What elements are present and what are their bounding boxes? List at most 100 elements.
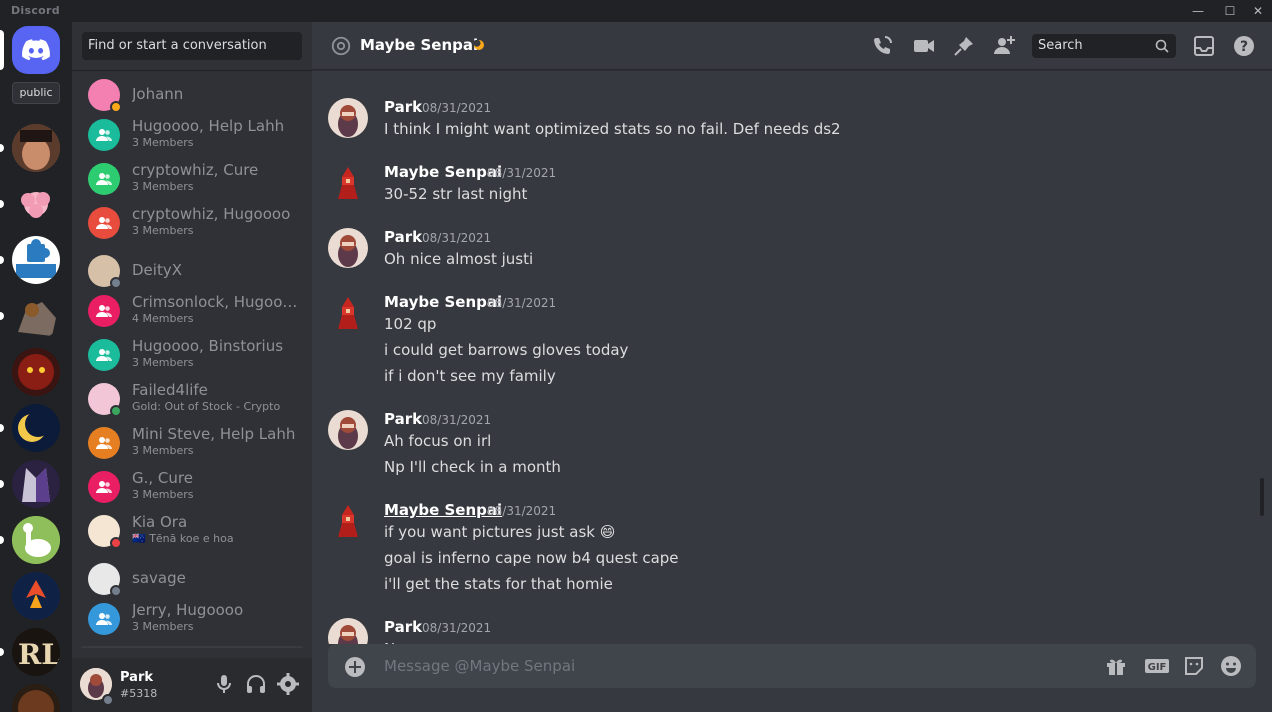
message-author[interactable]: Park	[384, 228, 422, 246]
dm-item[interactable]: cryptowhiz, Hugoooo 3 Members	[80, 202, 304, 244]
server-alex[interactable]	[12, 684, 60, 712]
dm-item[interactable]: cryptowhiz, Cure 3 Members	[80, 158, 304, 200]
dm-item[interactable]: Maybe Senpai	[80, 646, 304, 648]
sticker-button[interactable]	[1182, 654, 1206, 678]
chat-header: Maybe Senpai Search ?	[312, 22, 1272, 70]
message-search-input[interactable]: Search	[1032, 34, 1176, 58]
dm-subtitle: 3 Members	[132, 620, 194, 633]
dm-name: Mini Steve, Help Lahh	[132, 425, 296, 443]
svg-text:GIF: GIF	[1148, 662, 1167, 673]
unread-pill	[0, 144, 4, 152]
start-voice-call-button[interactable]	[870, 34, 894, 58]
message-text: Np I'll check in a month	[384, 458, 561, 476]
group-dm-avatar	[88, 339, 120, 371]
message-text: if i don't see my family	[384, 367, 556, 385]
message-text: 102 qp	[384, 315, 437, 333]
server-rl[interactable]: RL	[12, 628, 60, 676]
inbox-button[interactable]	[1192, 34, 1216, 58]
message-author[interactable]: Park	[384, 618, 422, 636]
unread-pill	[0, 648, 4, 656]
start-video-call-button[interactable]	[912, 34, 936, 58]
microphone-icon	[217, 675, 231, 693]
dm-name: savage	[132, 569, 186, 587]
dm-name: Hugoooo, Help Lahh	[132, 117, 285, 135]
server-avatar-portrait[interactable]	[12, 124, 60, 172]
title-bar: Discord — ☐ ✕	[0, 0, 1272, 22]
message-avatar[interactable]	[328, 410, 368, 450]
server-autism-speaks[interactable]	[12, 236, 60, 284]
dm-subtitle: Gold: Out of Stock - Crypto	[132, 400, 281, 413]
group-icon	[96, 481, 112, 493]
minimize-button[interactable]: —	[1190, 3, 1206, 19]
dm-subtitle: 3 Members	[132, 444, 194, 457]
dm-name: G., Cure	[132, 469, 193, 487]
deafen-button[interactable]	[244, 672, 268, 696]
group-icon	[96, 217, 112, 229]
dm-item[interactable]: Hugoooo, Help Lahh 3 Members	[80, 114, 304, 156]
message-avatar[interactable]	[328, 163, 368, 203]
message-author[interactable]: Park	[384, 98, 422, 116]
park-avatar-image	[328, 228, 368, 268]
message-avatar[interactable]	[328, 618, 368, 644]
dm-item[interactable]: Johann	[80, 74, 304, 116]
user-settings-button[interactable]	[276, 672, 300, 696]
help-button[interactable]: ?	[1232, 34, 1256, 58]
message-author[interactable]: Maybe Senpai	[384, 501, 502, 519]
gift-button[interactable]	[1104, 654, 1128, 678]
message-group: Park 08/31/2021 Ah focus on irl Np I'll che…	[312, 410, 1252, 490]
emoji-button[interactable]	[1219, 654, 1243, 678]
message-avatar[interactable]	[328, 228, 368, 268]
search-placeholder: Search	[1038, 38, 1083, 53]
rock-icon	[18, 302, 56, 336]
unread-pill	[0, 312, 4, 320]
dm-item[interactable]: Mini Steve, Help Lahh 3 Members	[80, 422, 304, 464]
dm-item[interactable]: G., Cure 3 Members	[80, 466, 304, 508]
message-avatar[interactable]	[328, 293, 368, 333]
message-author[interactable]: Park	[384, 410, 422, 428]
dm-name: cryptowhiz, Hugoooo	[132, 205, 291, 223]
gif-button[interactable]: GIF	[1144, 654, 1170, 678]
dm-item[interactable]: Crimsonlock, Hugoooo... 4 Members	[80, 290, 304, 332]
unread-pill	[0, 424, 4, 432]
dm-item[interactable]: Kia Ora 🇳🇿 Tēnā koe e hoa	[80, 510, 304, 552]
dm-item[interactable]: DeityX	[80, 250, 304, 292]
message-author[interactable]: Maybe Senpai	[384, 293, 502, 311]
mute-button[interactable]	[212, 672, 236, 696]
pinned-messages-button[interactable]	[952, 34, 976, 58]
goose-icon	[12, 516, 60, 564]
server-clean-accounts[interactable]	[12, 404, 60, 452]
server-tooltip: public	[12, 82, 60, 104]
home-button[interactable]	[12, 26, 60, 74]
dm-item[interactable]: Failed4life Gold: Out of Stock - Crypto	[80, 378, 304, 420]
message-avatar[interactable]	[328, 98, 368, 138]
server-cookie-rock[interactable]	[12, 292, 60, 340]
close-button[interactable]: ✕	[1250, 3, 1266, 19]
scrollbar-thumb[interactable]	[1260, 478, 1264, 516]
group-icon	[96, 613, 112, 625]
dm-item[interactable]: savage	[80, 558, 304, 600]
group-dm-avatar	[88, 207, 120, 239]
server-demon[interactable]	[12, 348, 60, 396]
message-input[interactable]	[384, 644, 1084, 688]
attach-plus-button[interactable]	[344, 656, 366, 678]
at-icon	[331, 36, 351, 56]
flower-icon	[21, 192, 50, 218]
server-wolf[interactable]	[12, 460, 60, 508]
message-group: Park 08/31/2021 Oh nice almost justi	[312, 228, 1252, 282]
gift-icon	[1107, 659, 1125, 675]
dm-name: Kia Ora	[132, 513, 188, 531]
message-author[interactable]: Maybe Senpai	[384, 163, 502, 181]
park-avatar-image	[328, 98, 368, 138]
server-flower[interactable]	[12, 180, 60, 228]
dm-item[interactable]: Hugoooo, Binstorius 3 Members	[80, 334, 304, 376]
group-icon	[96, 173, 112, 185]
chat-area: Maybe Senpai Search ? Park 08/31/2021 I th…	[312, 22, 1272, 712]
maximize-button[interactable]: ☐	[1222, 3, 1238, 19]
dm-item[interactable]: Jerry, Hugoooo 3 Members	[80, 598, 304, 640]
server-os-phoenix[interactable]	[12, 572, 60, 620]
server-goose[interactable]	[12, 516, 60, 564]
message-composer: GIF	[328, 644, 1256, 688]
add-friends-to-dm-button[interactable]	[992, 34, 1016, 58]
dm-search-button[interactable]: Find or start a conversation	[82, 32, 302, 60]
message-avatar[interactable]	[328, 501, 368, 541]
